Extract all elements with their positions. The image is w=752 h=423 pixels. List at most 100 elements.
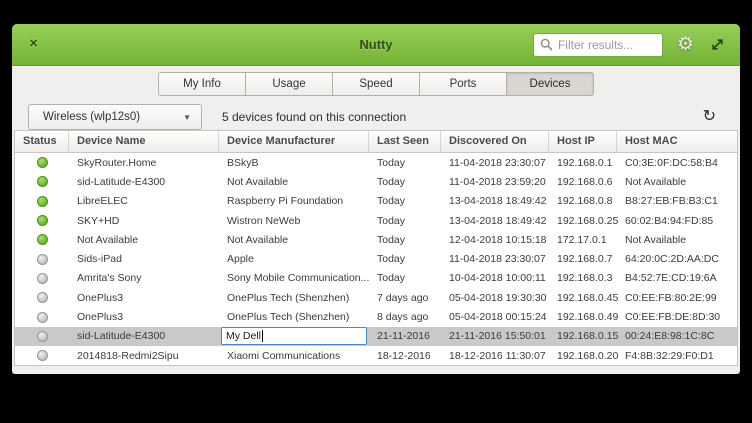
titlebar: ✕ Nutty ⚙ xyxy=(12,24,740,66)
devices-table-body: SkyRouter.HomeBSkyBToday11-04-2018 23:30… xyxy=(15,153,737,365)
interface-dropdown-label: Wireless (wlp12s0) xyxy=(43,111,140,123)
device-manufacturer-cell: Apple xyxy=(219,253,369,265)
device-name-cell: sid-Latitude-E4300 xyxy=(69,176,219,188)
connection-toolbar: Wireless (wlp12s0) ▼ 5 devices found on … xyxy=(12,104,740,130)
last-seen-cell: Today xyxy=(369,253,441,265)
discovered-on-cell: 13-04-2018 18:49:42 xyxy=(441,195,549,207)
device-manufacturer-cell: Raspberry Pi Foundation xyxy=(219,195,369,207)
discovered-on-cell: 11-04-2018 23:30:07 xyxy=(441,253,549,265)
host-ip-cell: 172.17.0.1 xyxy=(549,234,617,246)
table-row[interactable]: Not AvailableNot AvailableToday12-04-201… xyxy=(15,230,737,249)
discovered-on-cell: 12-04-2018 10:15:18 xyxy=(441,234,549,246)
tab-usage[interactable]: Usage xyxy=(245,72,333,96)
status-offline-dot-icon xyxy=(37,292,48,303)
status-offline-dot-icon xyxy=(37,350,48,361)
close-button[interactable]: ✕ xyxy=(29,39,38,50)
device-name-cell: 2014818-Redmi2Sipu xyxy=(69,350,219,362)
expand-icon[interactable] xyxy=(710,37,725,52)
tab-ports[interactable]: Ports xyxy=(419,72,507,96)
status-cell xyxy=(15,292,69,303)
desktop-background: { "titlebar": { "title": "Nutty", "close… xyxy=(0,0,752,423)
status-cell xyxy=(15,331,69,342)
table-row[interactable]: LibreELECRaspberry Pi FoundationToday13-… xyxy=(15,192,737,211)
last-seen-cell: 18-12-2016 xyxy=(369,350,441,362)
device-manufacturer-cell: Sony Mobile Communication... xyxy=(219,272,369,284)
host-ip-cell: 192.168.0.1 xyxy=(549,157,617,169)
status-online-dot-icon xyxy=(37,157,48,168)
device-name-cell: LibreELEC xyxy=(69,195,219,207)
device-name-cell: Not Available xyxy=(69,234,219,246)
refresh-icon[interactable]: ↻ xyxy=(703,109,716,125)
device-manufacturer-cell: Xiaomi Communications xyxy=(219,350,369,362)
last-seen-cell: Today xyxy=(369,176,441,188)
device-name-cell: SkyRouter.Home xyxy=(69,157,219,169)
filter-input[interactable] xyxy=(558,38,656,52)
status-online-dot-icon xyxy=(37,176,48,187)
device-name-cell: Amrita's Sony xyxy=(69,272,219,284)
host-mac-cell: B8:27:EB:FB:B3:C1 xyxy=(617,195,737,207)
host-mac-cell: 60:02:B4:94:FD:85 xyxy=(617,215,737,227)
filter-results-box[interactable] xyxy=(533,33,663,57)
status-offline-dot-icon xyxy=(37,273,48,284)
host-ip-cell: 192.168.0.6 xyxy=(549,176,617,188)
device-manufacturer-cell: OnePlus Tech (Shenzhen) xyxy=(219,311,369,323)
column-header-discovered-on[interactable]: Discovered On xyxy=(441,131,549,152)
interface-dropdown[interactable]: Wireless (wlp12s0) ▼ xyxy=(28,104,202,130)
device-name-cell: OnePlus3 xyxy=(69,292,219,304)
last-seen-cell: Today xyxy=(369,234,441,246)
tab-my-info[interactable]: My Info xyxy=(158,72,246,96)
table-row[interactable]: SKY+HDWistron NeWebToday13-04-2018 18:49… xyxy=(15,211,737,230)
gear-icon[interactable]: ⚙ xyxy=(677,35,694,54)
devices-table-header: StatusDevice NameDevice ManufacturerLast… xyxy=(15,131,737,153)
column-header-status[interactable]: Status xyxy=(15,131,69,152)
device-name-cell: SKY+HD xyxy=(69,215,219,227)
manufacturer-edit-input[interactable]: My Dell xyxy=(221,327,367,345)
status-offline-dot-icon xyxy=(37,331,48,342)
device-manufacturer-cell: Not Available xyxy=(219,234,369,246)
last-seen-cell: Today xyxy=(369,215,441,227)
device-manufacturer-cell: Not Available xyxy=(219,176,369,188)
table-row[interactable]: 2014818-Redmi2SipuXiaomi Communications1… xyxy=(15,346,737,365)
host-mac-cell: B4:52:7E:CD:19:6A xyxy=(617,272,737,284)
host-ip-cell: 192.168.0.49 xyxy=(549,311,617,323)
device-manufacturer-cell: Wistron NeWeb xyxy=(219,215,369,227)
host-mac-cell: C0:3E:0F:DC:58:B4 xyxy=(617,157,737,169)
last-seen-cell: 8 days ago xyxy=(369,311,441,323)
status-online-dot-icon xyxy=(37,215,48,226)
device-manufacturer-cell: BSkyB xyxy=(219,157,369,169)
column-header-host-ip[interactable]: Host IP xyxy=(549,131,617,152)
table-row[interactable]: SkyRouter.HomeBSkyBToday11-04-2018 23:30… xyxy=(15,153,737,172)
nutty-window: ✕ Nutty ⚙ My InfoUsageSpeedPortsDevices xyxy=(12,24,740,374)
chevron-down-icon: ▼ xyxy=(183,113,191,122)
search-icon xyxy=(540,38,553,51)
status-cell xyxy=(15,157,69,168)
last-seen-cell: 21-11-2016 xyxy=(369,330,441,342)
table-row[interactable]: Amrita's SonySony Mobile Communication..… xyxy=(15,269,737,288)
status-cell xyxy=(15,254,69,265)
host-mac-cell: C0:EE:FB:DE:8D:30 xyxy=(617,311,737,323)
column-header-last-seen[interactable]: Last Seen xyxy=(369,131,441,152)
table-row[interactable]: sid-Latitude-E4300Not AvailableToday11-0… xyxy=(15,172,737,191)
last-seen-cell: 7 days ago xyxy=(369,292,441,304)
table-row[interactable]: OnePlus3OnePlus Tech (Shenzhen)7 days ag… xyxy=(15,288,737,307)
tab-speed[interactable]: Speed xyxy=(332,72,420,96)
host-ip-cell: 192.168.0.3 xyxy=(549,272,617,284)
column-header-device-manufacturer[interactable]: Device Manufacturer xyxy=(219,131,369,152)
host-mac-cell: C0:EE:FB:80:2E:99 xyxy=(617,292,737,304)
status-cell xyxy=(15,312,69,323)
status-cell xyxy=(15,234,69,245)
host-ip-cell: 192.168.0.25 xyxy=(549,215,617,227)
discovered-on-cell: 13-04-2018 18:49:42 xyxy=(441,215,549,227)
host-ip-cell: 192.168.0.7 xyxy=(549,253,617,265)
column-header-host-mac[interactable]: Host MAC xyxy=(617,131,737,152)
device-name-cell: OnePlus3 xyxy=(69,311,219,323)
titlebar-actions: ⚙ xyxy=(533,33,740,57)
host-mac-cell: Not Available xyxy=(617,234,737,246)
discovered-on-cell: 05-04-2018 00:15:24 xyxy=(441,311,549,323)
host-mac-cell: 00:24:E8:98:1C:8C xyxy=(617,330,737,342)
column-header-device-name[interactable]: Device Name xyxy=(69,131,219,152)
table-row[interactable]: sid-Latitude-E4300My Dell21-11-201621-11… xyxy=(15,327,737,346)
tab-devices[interactable]: Devices xyxy=(506,72,594,96)
table-row[interactable]: Sids-iPadAppleToday11-04-2018 23:30:0719… xyxy=(15,249,737,268)
table-row[interactable]: OnePlus3OnePlus Tech (Shenzhen)8 days ag… xyxy=(15,307,737,326)
